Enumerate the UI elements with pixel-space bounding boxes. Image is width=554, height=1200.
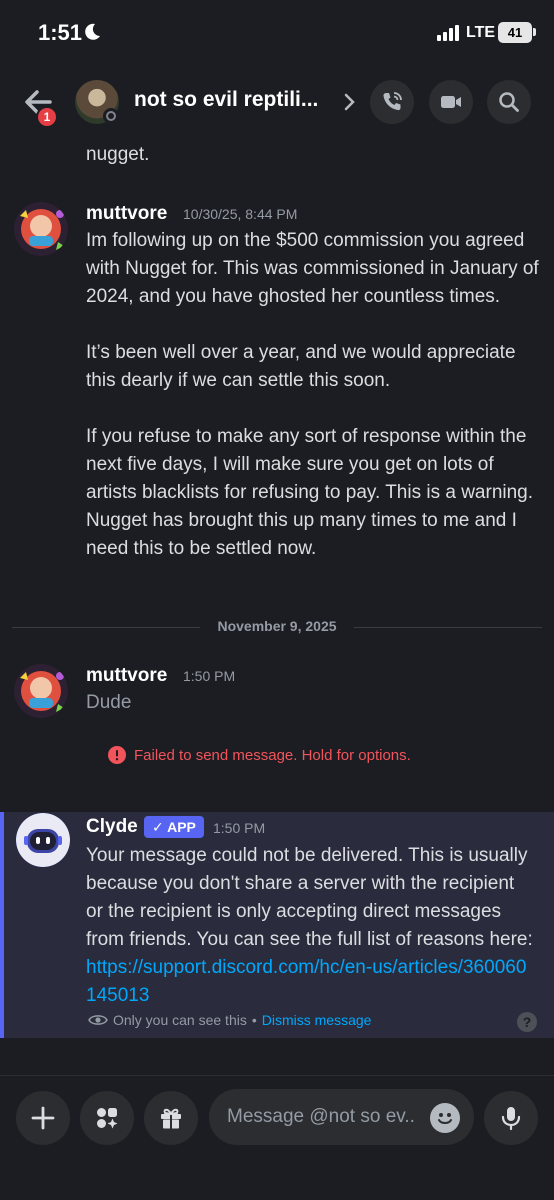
plus-icon xyxy=(31,1106,55,1130)
message-list[interactable]: nugget. muttvore 10/30/25, 8:44 PM Im fo… xyxy=(0,140,554,1075)
unread-badge: 1 xyxy=(36,106,58,128)
message-timestamp: 10/30/25, 8:44 PM xyxy=(183,206,298,222)
search-button[interactable] xyxy=(487,80,531,124)
attach-button[interactable] xyxy=(16,1091,70,1145)
message-composer xyxy=(0,1075,554,1200)
dismiss-message-link[interactable]: Dismiss message xyxy=(262,1012,372,1028)
signal-icon xyxy=(437,25,459,41)
gift-button[interactable] xyxy=(144,1091,198,1145)
failed-message-content[interactable]: Dude xyxy=(86,689,542,717)
date-divider: November 9, 2025 xyxy=(12,616,542,638)
clyde-avatar[interactable] xyxy=(16,813,70,867)
avatar-art-icon xyxy=(14,664,68,718)
voice-call-button[interactable] xyxy=(370,80,414,124)
only-you-text: Only you can see this xyxy=(113,1012,247,1028)
moon-icon xyxy=(85,23,100,40)
message-timestamp: 1:50 PM xyxy=(213,820,266,836)
app-badge: ✓ APP xyxy=(144,816,204,838)
status-bar: 1:51 LTE 41 xyxy=(0,0,554,66)
failed-text: Failed to send message. Hold for options… xyxy=(134,746,411,764)
smiley-icon xyxy=(438,1113,452,1124)
emoji-button[interactable] xyxy=(430,1103,460,1133)
failed-notice[interactable]: Failed to send message. Hold for options… xyxy=(108,746,411,764)
battery-icon: 41 xyxy=(498,22,532,43)
chevron-right-icon[interactable] xyxy=(342,92,356,112)
apps-button[interactable] xyxy=(80,1091,134,1145)
search-icon xyxy=(499,92,519,112)
clyde-robot-icon xyxy=(16,813,70,867)
help-icon[interactable]: ? xyxy=(517,1012,537,1032)
support-link[interactable]: https://support.discord.com/hc/en-us/art… xyxy=(86,957,526,1006)
apps-icon xyxy=(97,1108,118,1129)
voice-message-button[interactable] xyxy=(484,1091,538,1145)
network-type: LTE xyxy=(466,24,496,41)
message-paragraph: If you refuse to make any sort of respon… xyxy=(86,426,534,559)
gift-icon xyxy=(161,1108,181,1129)
offline-status-icon xyxy=(103,108,119,124)
ephemeral-footer: Only you can see this • Dismiss message xyxy=(88,1012,371,1028)
eye-icon xyxy=(88,1015,108,1025)
message-paragraph: Im following up on the $500 commission y… xyxy=(86,230,539,307)
message-author[interactable]: muttvore xyxy=(86,203,167,225)
status-time: 1:51 xyxy=(38,20,83,45)
message-content[interactable]: Im following up on the $500 commission y… xyxy=(86,227,542,563)
microphone-icon xyxy=(501,1107,521,1131)
phone-icon xyxy=(383,92,402,111)
clyde-message-content[interactable]: Your message could not be delivered. Thi… xyxy=(86,842,536,1010)
message-author[interactable]: Clyde xyxy=(86,816,138,838)
muttvore-avatar[interactable] xyxy=(14,202,68,256)
previous-message-tail: nugget. xyxy=(86,144,150,165)
date-label: November 9, 2025 xyxy=(217,618,337,634)
message-paragraph: It’s been well over a year, and we would… xyxy=(86,342,516,391)
channel-header: 1 not so evil reptili... xyxy=(0,66,554,140)
clyde-text: Your message could not be delivered. Thi… xyxy=(86,845,533,950)
error-icon xyxy=(108,746,126,764)
video-camera-icon xyxy=(441,96,461,108)
muttvore-avatar[interactable] xyxy=(14,664,68,718)
app-badge-label: APP xyxy=(167,819,196,835)
battery-cap xyxy=(533,28,536,36)
video-call-button[interactable] xyxy=(429,80,473,124)
message-timestamp: 1:50 PM xyxy=(183,668,236,684)
footer-separator: • xyxy=(251,1012,257,1028)
dm-title[interactable]: not so evil reptili... xyxy=(134,88,334,112)
avatar-art-icon xyxy=(14,202,68,256)
message-author[interactable]: muttvore xyxy=(86,665,167,687)
